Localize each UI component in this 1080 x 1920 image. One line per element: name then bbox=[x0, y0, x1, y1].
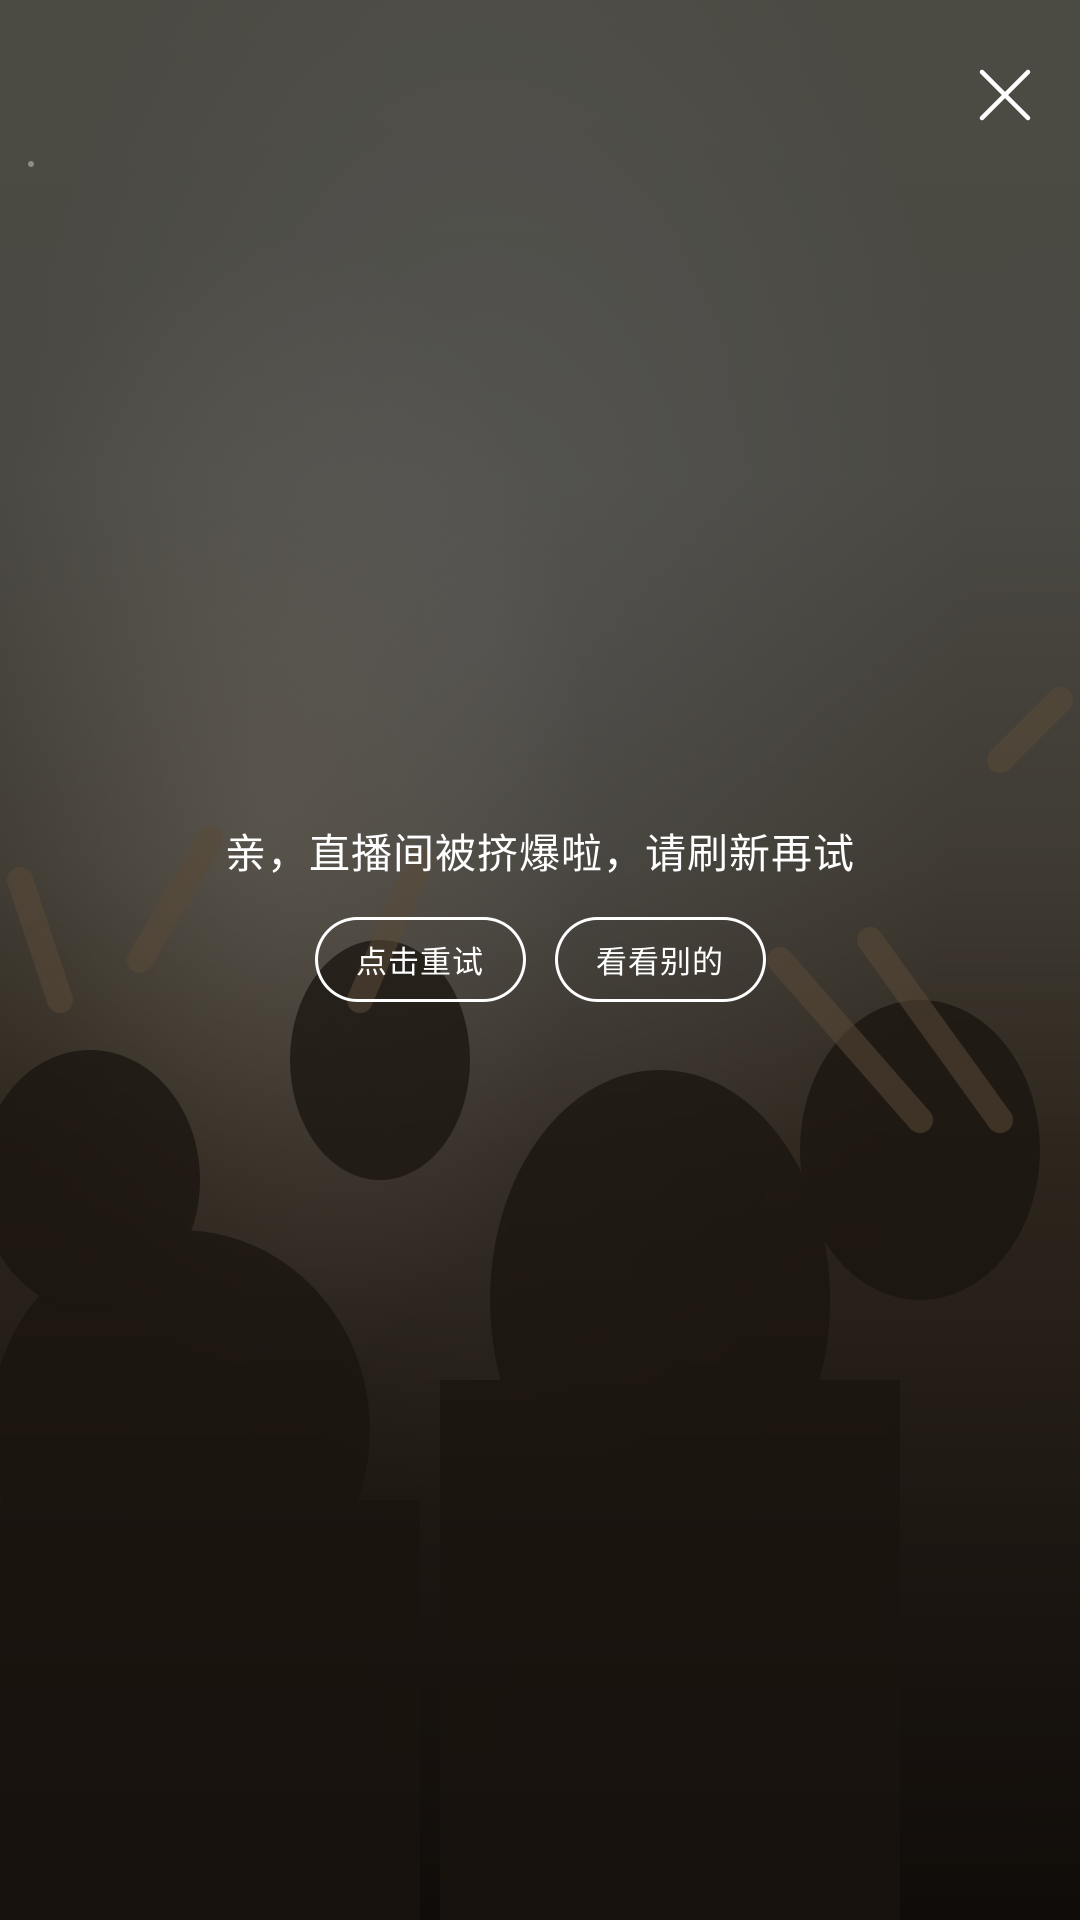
browse-other-button[interactable]: 看看别的 bbox=[554, 917, 766, 1002]
close-button[interactable] bbox=[960, 50, 1050, 140]
retry-button[interactable]: 点击重试 bbox=[314, 917, 526, 1002]
action-buttons: 点击重试 看看别的 bbox=[0, 917, 1080, 1002]
live-room-error-screen: 亲，直播间被挤爆啦，请刷新再试 点击重试 看看别的 bbox=[0, 0, 1080, 1920]
status-dot bbox=[28, 161, 34, 167]
close-icon bbox=[979, 69, 1031, 121]
error-message: 亲，直播间被挤爆啦，请刷新再试 bbox=[225, 830, 855, 878]
